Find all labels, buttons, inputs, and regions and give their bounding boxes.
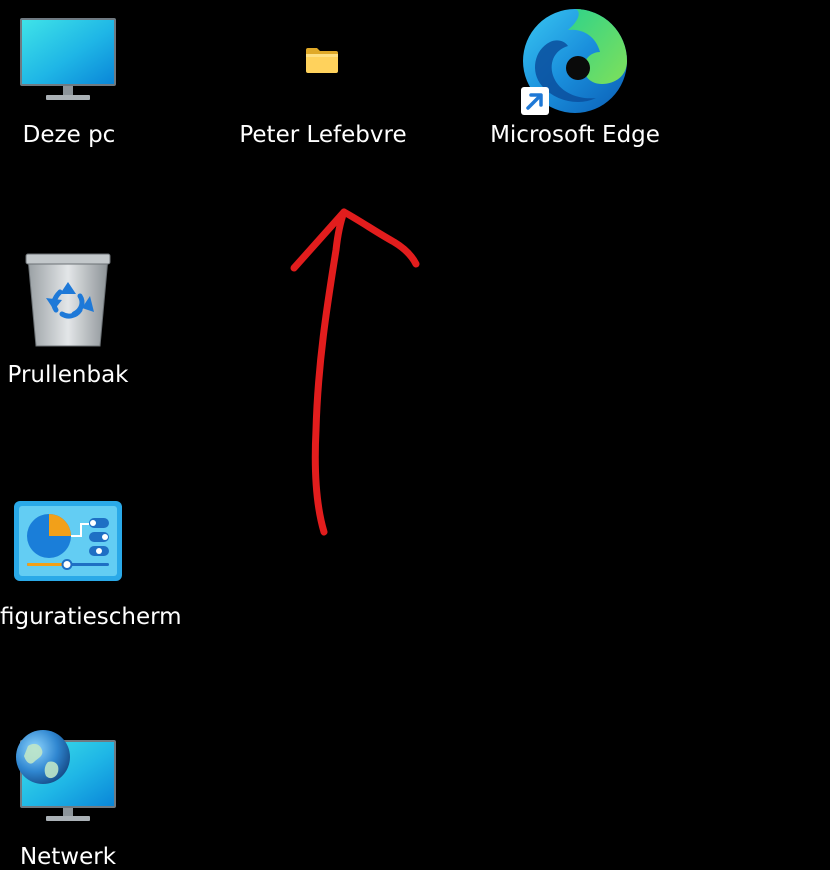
monitor-icon: [18, 16, 118, 106]
desktop-icon-label: Prullenbak: [7, 362, 129, 388]
folder-icon: [305, 45, 339, 75]
desktop: Deze pc Peter Lefebvre Microsoft Edge Pr…: [0, 0, 830, 870]
desktop-icon-recycle-bin[interactable]: Prullenbak: [0, 240, 140, 410]
shortcut-arrow-icon: [520, 86, 550, 116]
desktop-icon-label: Peter Lefebvre: [239, 122, 407, 148]
desktop-icon-label: figuratiescherm: [0, 604, 182, 630]
desktop-icon-label: Microsoft Edge: [490, 122, 660, 148]
desktop-icon-user-folder[interactable]: Peter Lefebvre: [228, 0, 418, 170]
desktop-icon-network[interactable]: Netwerk: [0, 720, 140, 870]
desktop-icon-label: Deze pc: [22, 122, 116, 148]
desktop-icon-label: Netwerk: [19, 844, 117, 870]
recycle-bin-icon: [24, 252, 112, 350]
control-panel-icon: [13, 500, 123, 582]
network-icon: [14, 728, 118, 826]
desktop-icon-this-pc[interactable]: Deze pc: [0, 0, 140, 170]
desktop-icon-control-panel[interactable]: figuratiescherm: [0, 480, 200, 650]
desktop-icon-microsoft-edge[interactable]: Microsoft Edge: [480, 0, 670, 170]
